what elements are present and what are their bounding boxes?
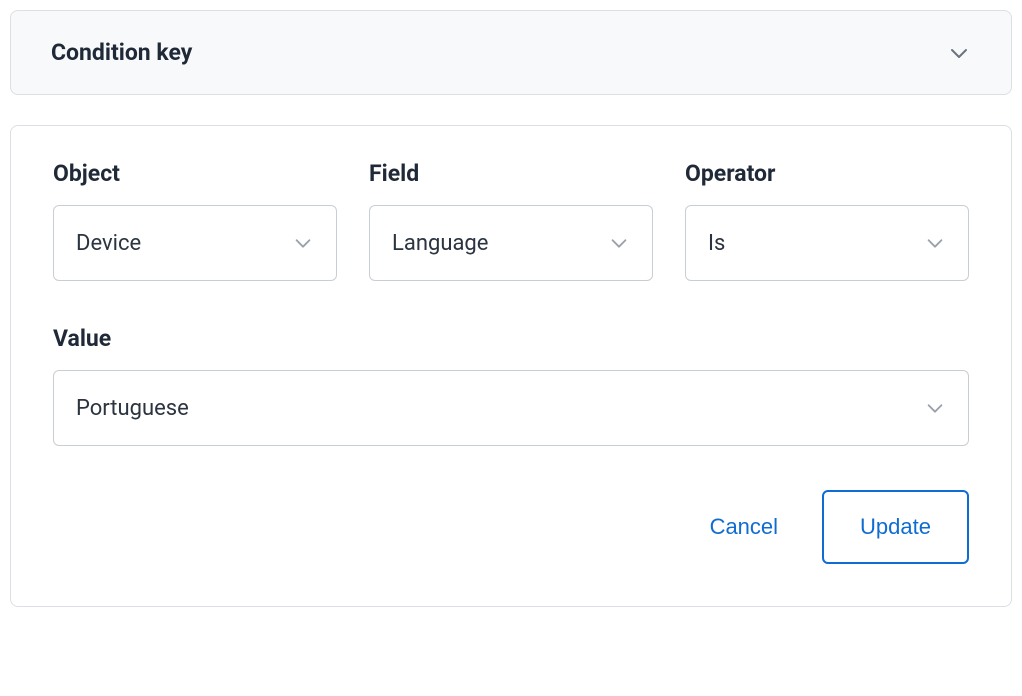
- field-select-value: Language: [392, 231, 488, 256]
- field-row: Object Device Field Language Operator Is: [53, 160, 969, 281]
- value-select[interactable]: Portuguese: [53, 370, 969, 446]
- chevron-down-icon: [924, 232, 946, 254]
- action-row: Cancel Update: [53, 490, 969, 564]
- object-label: Object: [53, 160, 337, 187]
- chevron-down-icon: [292, 232, 314, 254]
- chevron-down-icon: [608, 232, 630, 254]
- operator-group: Operator Is: [685, 160, 969, 281]
- field-group: Field Language: [369, 160, 653, 281]
- chevron-down-icon: [924, 397, 946, 419]
- accordion-header[interactable]: Condition key: [10, 10, 1012, 95]
- accordion-title: Condition key: [51, 39, 192, 66]
- update-button[interactable]: Update: [822, 490, 969, 564]
- object-group: Object Device: [53, 160, 337, 281]
- operator-select-value: Is: [708, 231, 725, 256]
- condition-panel: Object Device Field Language Operator Is: [10, 125, 1012, 607]
- cancel-button[interactable]: Cancel: [710, 514, 778, 540]
- field-select[interactable]: Language: [369, 205, 653, 281]
- operator-select[interactable]: Is: [685, 205, 969, 281]
- value-group: Value Portuguese: [53, 325, 969, 446]
- field-label: Field: [369, 160, 653, 187]
- object-select-value: Device: [76, 231, 141, 256]
- operator-label: Operator: [685, 160, 969, 187]
- chevron-down-icon: [947, 41, 971, 65]
- value-label: Value: [53, 325, 969, 352]
- object-select[interactable]: Device: [53, 205, 337, 281]
- value-select-value: Portuguese: [76, 396, 189, 421]
